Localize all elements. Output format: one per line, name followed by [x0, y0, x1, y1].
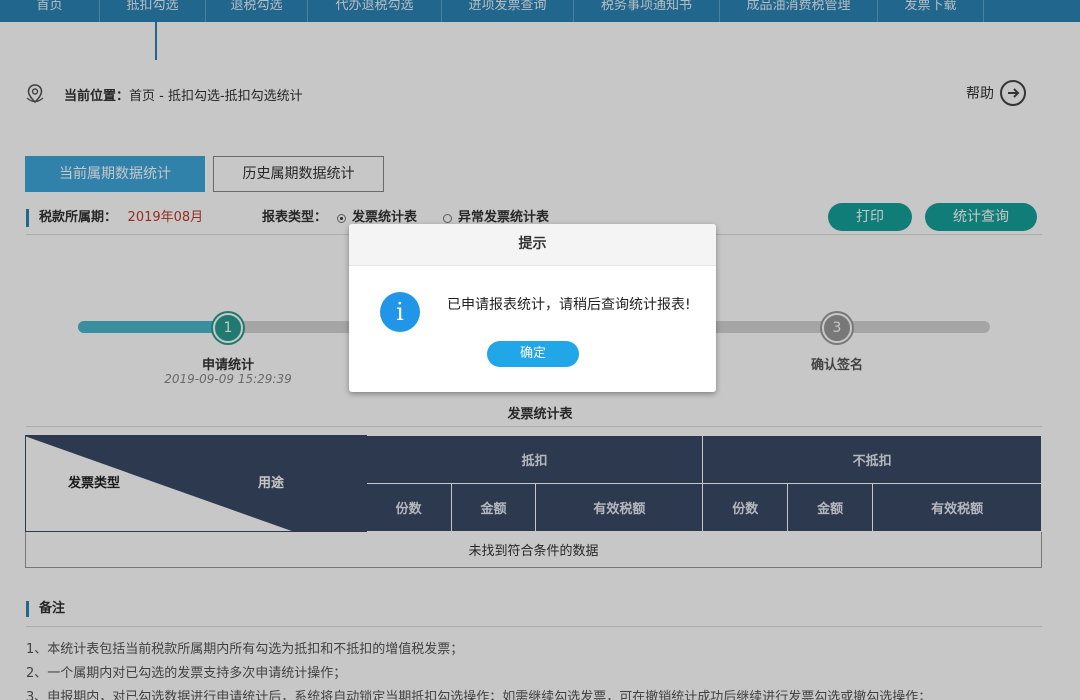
ok-button[interactable]: 确定 [487, 341, 579, 367]
info-icon: i [380, 292, 420, 332]
dialog-message: 已申请报表统计，请稍后查询统计报表! [447, 297, 691, 313]
prompt-dialog: 提示 i 已申请报表统计，请稍后查询统计报表! 确定 [349, 224, 716, 392]
dialog-title: 提示 [349, 224, 716, 266]
